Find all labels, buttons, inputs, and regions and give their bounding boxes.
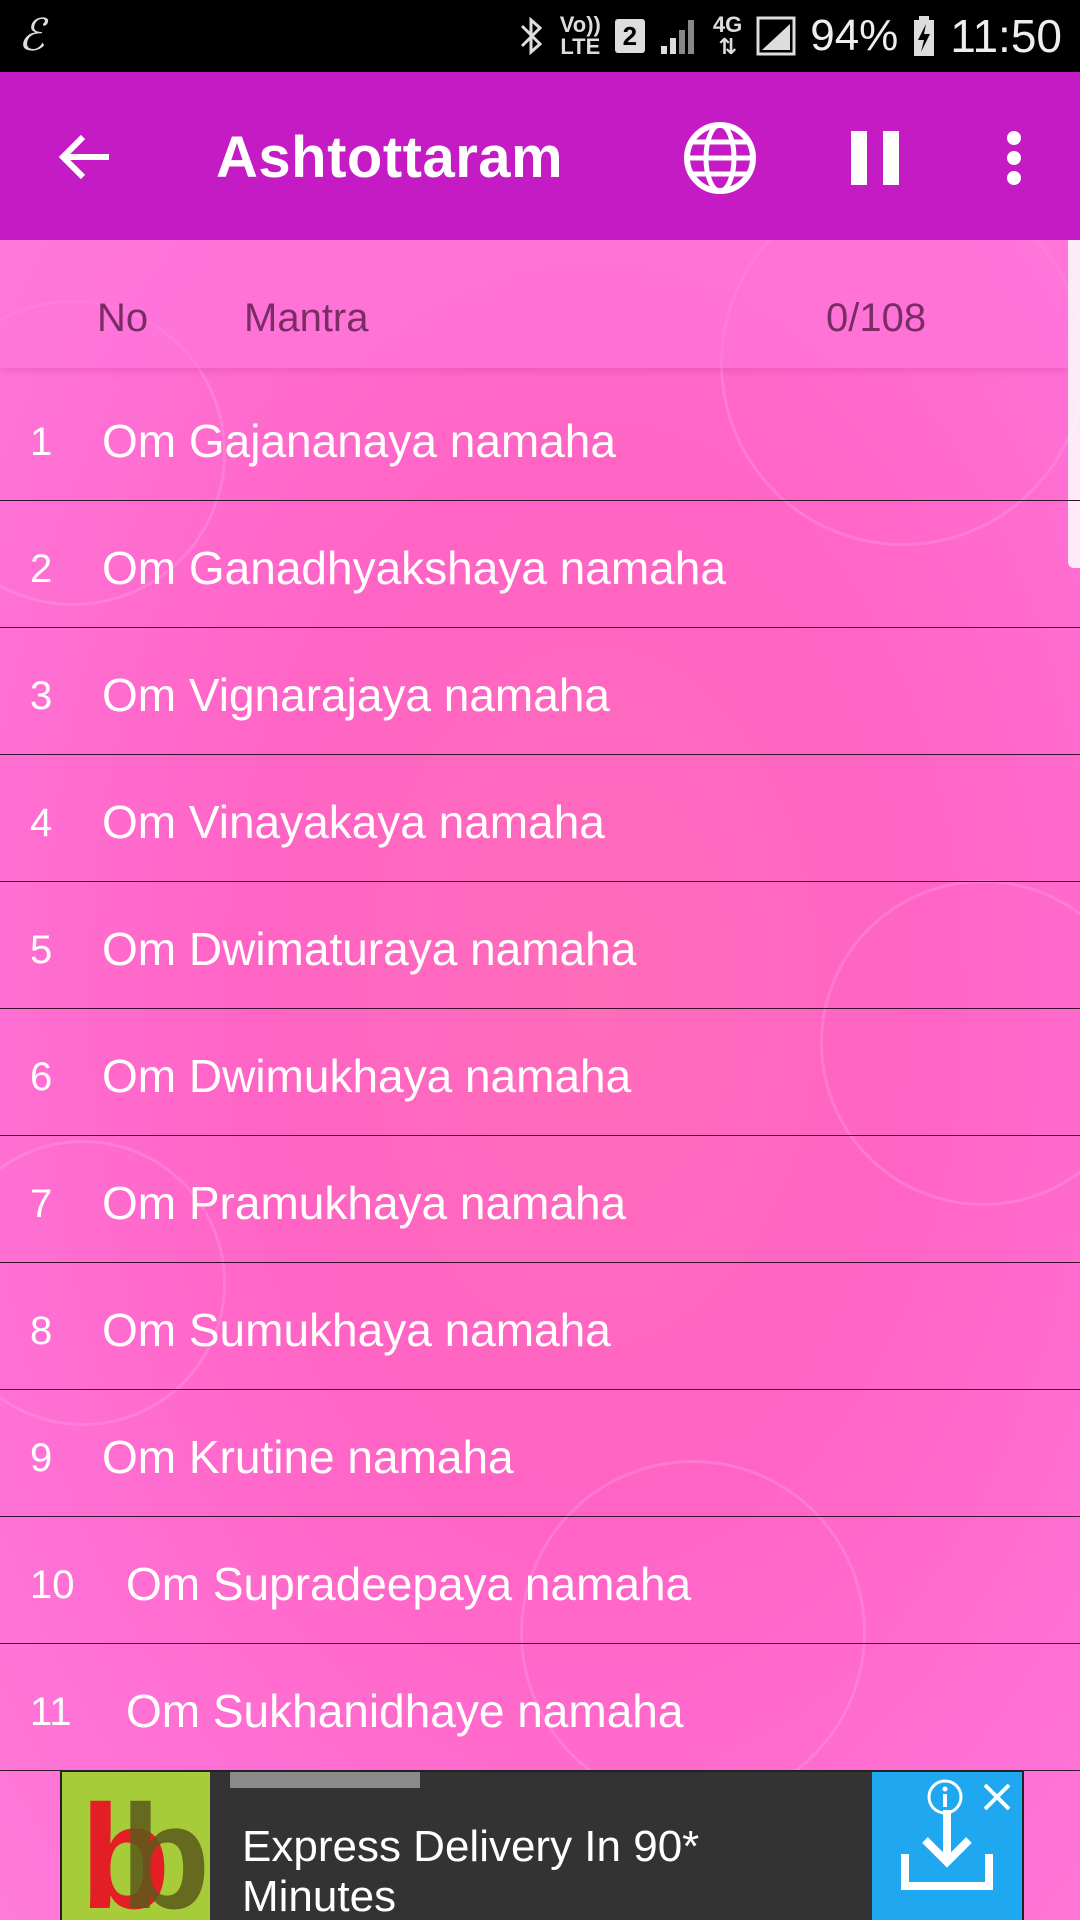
mantra-text: Om Krutine namaha xyxy=(102,1431,514,1483)
mantra-number: 7 xyxy=(30,1182,53,1226)
battery-charging-icon xyxy=(912,14,936,58)
signal-strength-icon xyxy=(659,16,699,56)
list-item[interactable]: 9 Om Krutine namaha xyxy=(0,1390,1080,1517)
mantra-number: 9 xyxy=(30,1436,53,1480)
list-item[interactable]: 7 Om Pramukhaya namaha xyxy=(0,1136,1080,1263)
mantra-text: Om Sumukhaya namaha xyxy=(102,1304,611,1356)
mantra-list: 1 Om Gajananaya namaha 2 Om Ganadhyaksha… xyxy=(0,374,1080,1771)
list-item[interactable]: 2 Om Ganadhyakshaya namaha xyxy=(0,501,1080,628)
network-type-icon: 4G ⇅ xyxy=(712,12,743,59)
app-toolbar: Ashtottaram xyxy=(0,72,1080,240)
mantra-text: Om Supradeepaya namaha xyxy=(126,1558,692,1610)
notification-script-icon: ℰ xyxy=(18,10,45,61)
list-item[interactable]: 3 Om Vignarajaya namaha xyxy=(0,628,1080,755)
battery-percent: 94% xyxy=(810,11,899,60)
clock: 11:50 xyxy=(950,10,1062,62)
globe-icon[interactable] xyxy=(680,118,760,198)
list-item[interactable]: 4 Om Vinayakaya namaha xyxy=(0,755,1080,882)
header-no-label: No xyxy=(97,296,149,340)
list-item[interactable]: 5 Om Dwimaturaya namaha xyxy=(0,882,1080,1009)
mantra-text: Om Dwimukhaya namaha xyxy=(102,1050,632,1102)
pause-icon[interactable] xyxy=(845,126,905,190)
app-screen: ℰ Vo)) LTE 2 4G ⇅ 94% 11:50 Ashtottaram … xyxy=(0,0,1080,1920)
mantra-number: 4 xyxy=(30,801,53,845)
ad-headline: Express Delivery In 90* Minutes xyxy=(242,1822,700,1920)
chant-counter: 0/108 xyxy=(826,296,927,340)
signal-strength-2-icon xyxy=(756,14,796,58)
page-title: Ashtottaram xyxy=(216,125,564,190)
advertiser-logo: b b xyxy=(62,1772,210,1920)
volte-icon: Vo)) LTE xyxy=(559,12,601,59)
mantra-list-container: No Mantra 0/108 1 Om Gajananaya namaha 2… xyxy=(0,240,1080,1920)
list-header: No Mantra 0/108 xyxy=(0,240,1068,368)
mantra-text: Om Ganadhyakshaya namaha xyxy=(102,542,726,594)
more-vert-icon[interactable] xyxy=(990,118,1038,198)
list-item[interactable]: 11 Om Sukhanidhaye namaha xyxy=(0,1644,1080,1771)
ad-banner[interactable]: b b Express Delivery In 90* Minutes xyxy=(60,1770,1024,1920)
list-item[interactable]: 8 Om Sumukhaya namaha xyxy=(0,1263,1080,1390)
mantra-text: Om Vignarajaya namaha xyxy=(102,669,610,721)
list-item[interactable]: 6 Om Dwimukhaya namaha xyxy=(0,1009,1080,1136)
list-item[interactable]: 10 Om Supradeepaya namaha xyxy=(0,1517,1080,1644)
mantra-text: Om Gajananaya namaha xyxy=(102,415,616,467)
mantra-number: 1 xyxy=(30,420,53,464)
mantra-text: Om Vinayakaya namaha xyxy=(102,796,605,848)
mantra-number: 5 xyxy=(30,928,53,972)
mantra-text: Om Sukhanidhaye namaha xyxy=(126,1685,684,1737)
ad-attribution-strip xyxy=(230,1772,420,1788)
mantra-text: Om Dwimaturaya namaha xyxy=(102,923,637,975)
mantra-number: 2 xyxy=(30,547,53,591)
mantra-number: 6 xyxy=(30,1055,53,1099)
bluetooth-icon xyxy=(518,14,546,58)
mantra-number: 8 xyxy=(30,1309,53,1353)
header-mantra-label: Mantra xyxy=(244,296,369,340)
info-icon[interactable] xyxy=(924,1776,966,1818)
mantra-number: 11 xyxy=(30,1690,72,1734)
list-item[interactable]: 1 Om Gajananaya namaha xyxy=(0,374,1080,501)
mantra-text: Om Pramukhaya namaha xyxy=(102,1177,627,1229)
close-icon[interactable] xyxy=(976,1776,1018,1818)
arrow-left-icon[interactable] xyxy=(50,122,120,192)
status-bar: ℰ Vo)) LTE 2 4G ⇅ 94% 11:50 xyxy=(0,0,1080,72)
status-icons: Vo)) LTE 2 4G ⇅ 94% 11:50 xyxy=(518,0,1062,72)
sim-slot-icon: 2 xyxy=(614,19,645,53)
mantra-number: 10 xyxy=(30,1563,75,1607)
mantra-number: 3 xyxy=(30,674,53,718)
